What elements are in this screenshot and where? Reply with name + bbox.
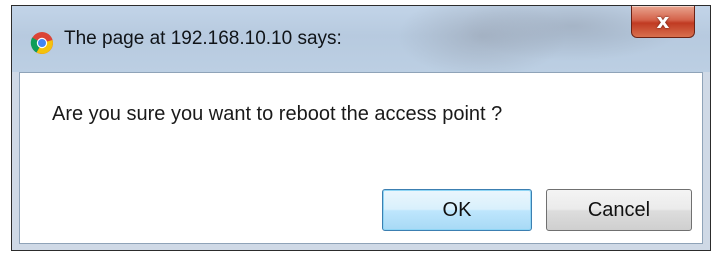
close-button[interactable]: x (631, 6, 695, 38)
dialog-title-bar: The page at 192.168.10.10 says: x (12, 6, 710, 72)
ok-button[interactable]: OK (382, 189, 532, 231)
dialog-title: The page at 192.168.10.10 says: (64, 28, 342, 49)
close-icon: x (656, 9, 670, 33)
cancel-button[interactable]: Cancel (546, 189, 692, 231)
dialog-body: Are you sure you want to reboot the acce… (19, 72, 703, 244)
dialog-message: Are you sure you want to reboot the acce… (52, 103, 503, 125)
alert-dialog: The page at 192.168.10.10 says: x Are yo… (11, 5, 711, 251)
chrome-icon (30, 32, 53, 54)
